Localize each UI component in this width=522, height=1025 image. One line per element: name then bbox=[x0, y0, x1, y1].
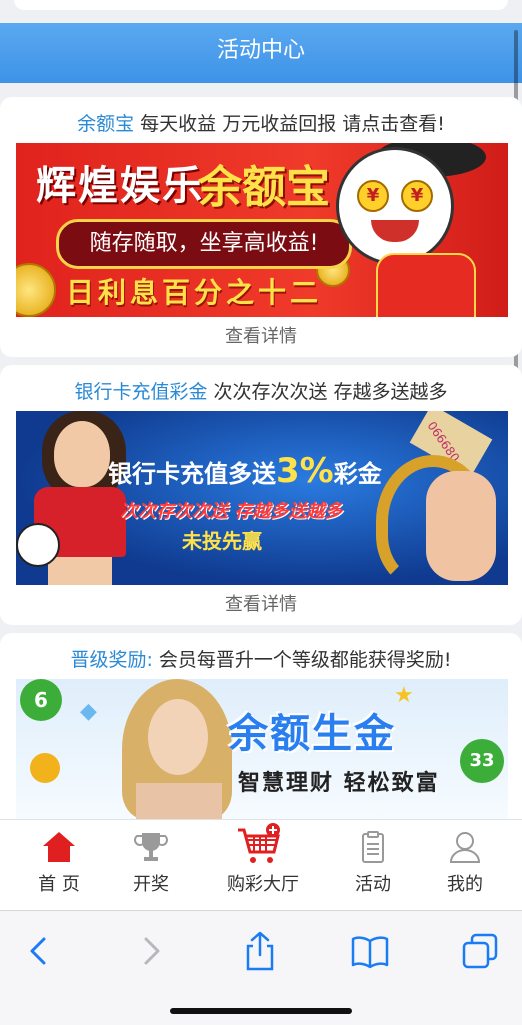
yen-eye-icon: ¥ bbox=[357, 180, 389, 212]
lottery-ball-icon bbox=[30, 753, 60, 783]
promo-title-highlight: 余额宝 bbox=[77, 113, 135, 135]
back-icon[interactable] bbox=[18, 929, 62, 973]
mascot-face: ¥ ¥ bbox=[336, 147, 454, 265]
tab-draw-results[interactable]: 开奖 bbox=[106, 820, 196, 910]
banner-subline: 智慧理财 轻松致富 bbox=[238, 771, 440, 796]
promo-banner-level-reward[interactable]: 6 33 ◆ ★ ★ 余额生金 智慧理财 轻松致富 bbox=[16, 679, 508, 819]
tab-label: 我的 bbox=[447, 874, 483, 895]
tab-lottery-hall[interactable]: 购彩大厅 bbox=[216, 820, 306, 910]
trophy-icon bbox=[134, 833, 168, 861]
promo-title-text: 次次存次次送 存越多送越多 bbox=[207, 381, 448, 403]
forward-icon[interactable] bbox=[128, 929, 172, 973]
banner-headline: 余额生金 bbox=[228, 711, 396, 757]
tab-profile[interactable]: 我的 bbox=[420, 820, 510, 910]
promo-title: 银行卡充值彩金 次次存次次送 存越多送越多 bbox=[0, 377, 522, 404]
mascot-mouth bbox=[371, 220, 419, 242]
lottery-ball-icon: 33 bbox=[460, 739, 504, 783]
promo-title: 晋级奖励: 会员每晋升一个等级都能获得奖励! bbox=[0, 645, 522, 672]
banner-headline: 余额宝 bbox=[198, 162, 330, 213]
browser-toolbar bbox=[0, 910, 522, 1025]
view-details-link[interactable]: 查看详情 bbox=[0, 590, 522, 616]
view-details-link[interactable]: 查看详情 bbox=[0, 322, 522, 348]
coin-graphic bbox=[16, 263, 56, 317]
promo-card-level-reward[interactable]: 晋级奖励: 会员每晋升一个等级都能获得奖励! 6 33 ◆ ★ ★ 余额生金 智… bbox=[0, 633, 522, 819]
soccer-ball-icon bbox=[16, 523, 60, 567]
promo-banner-yuebao[interactable]: 辉煌娱乐 余额宝 随存随取，坐享高收益! 日利息百分之十二 ¥ ¥ bbox=[16, 143, 508, 317]
model-face bbox=[54, 421, 110, 487]
promo-title-text: 每天收益 万元收益回报 请点击查看! bbox=[134, 113, 445, 135]
clipboard-icon bbox=[362, 831, 384, 863]
tab-label: 活动 bbox=[355, 874, 391, 895]
banner-headline: 银行卡充值多送3%彩金 bbox=[108, 451, 382, 491]
tabs-icon[interactable] bbox=[458, 929, 502, 973]
home-indicator bbox=[170, 1008, 352, 1014]
tab-activities[interactable]: 活动 bbox=[328, 820, 418, 910]
promo-card-bank-deposit[interactable]: 银行卡充值彩金 次次存次次送 存越多送越多 银行卡充值多送3%彩金 次次存次次送… bbox=[0, 365, 522, 625]
diamond-icon: ◆ bbox=[80, 699, 97, 724]
banner-subline: 次次存次次送 存越多送越多 bbox=[120, 501, 343, 522]
share-icon[interactable] bbox=[238, 929, 282, 973]
banner-rate-text: 日利息百分之十二 bbox=[66, 276, 323, 309]
hand-graphic bbox=[426, 471, 496, 581]
tab-home[interactable]: 首 页 bbox=[14, 820, 104, 910]
cart-icon bbox=[238, 823, 280, 863]
promo-list[interactable]: 余额宝 每天收益 万元收益回报 请点击查看! 辉煌娱乐 余额宝 随存随取，坐享高… bbox=[0, 97, 522, 819]
banner-subline: 随存随取，坐享高收益! bbox=[56, 219, 352, 269]
mascot-body bbox=[376, 253, 476, 317]
bottom-tab-bar: 首 页 开奖 购彩大厅 活动 我的 bbox=[0, 819, 522, 910]
bookmarks-icon[interactable] bbox=[348, 929, 392, 973]
banner-brand-text: 辉煌娱乐 bbox=[36, 162, 204, 209]
promo-card-yuebao[interactable]: 余额宝 每天收益 万元收益回报 请点击查看! 辉煌娱乐 余额宝 随存随取，坐享高… bbox=[0, 97, 522, 357]
tab-label: 开奖 bbox=[133, 874, 169, 895]
star-icon: ★ bbox=[394, 683, 414, 708]
yen-eye-icon: ¥ bbox=[401, 180, 433, 212]
previous-card-edge bbox=[14, 0, 508, 10]
tab-label: 首 页 bbox=[38, 874, 80, 895]
promo-title-highlight: 银行卡充值彩金 bbox=[74, 381, 208, 403]
promo-title-highlight: 晋级奖励: bbox=[70, 649, 153, 671]
page-title: 活动中心 bbox=[216, 38, 305, 63]
user-icon bbox=[449, 832, 481, 863]
lottery-ball-icon: 6 bbox=[20, 679, 62, 721]
model-waist bbox=[48, 557, 112, 585]
promo-banner-bank-deposit[interactable]: 银行卡充值多送3%彩金 次次存次次送 存越多送越多 未投先赢 066680.co… bbox=[16, 411, 508, 585]
home-icon bbox=[43, 832, 75, 862]
promo-title: 余额宝 每天收益 万元收益回报 请点击查看! bbox=[0, 109, 522, 136]
model-body bbox=[136, 783, 222, 819]
model-face bbox=[148, 699, 208, 775]
promo-title-text: 会员每晋升一个等级都能获得奖励! bbox=[152, 649, 452, 671]
tab-label: 购彩大厅 bbox=[227, 874, 299, 895]
banner-tagline: 未投先赢 bbox=[182, 529, 262, 553]
page-header: 活动中心 bbox=[0, 23, 522, 83]
